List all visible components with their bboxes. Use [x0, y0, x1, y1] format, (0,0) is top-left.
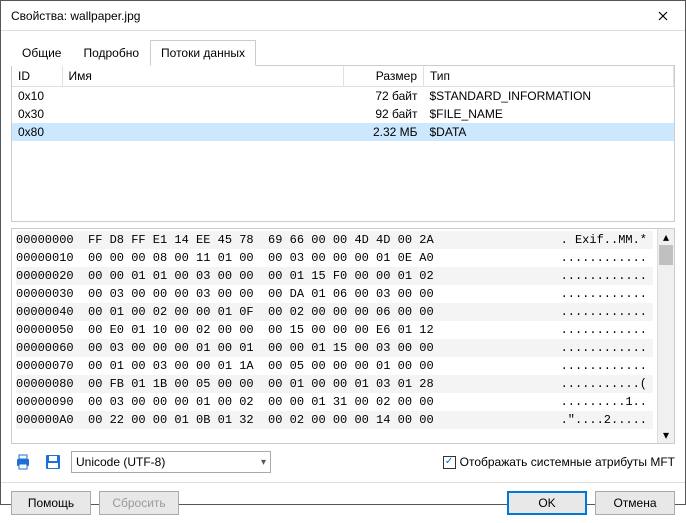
- hex-row[interactable]: 0000008000 FB 01 1B 00 05 00 00 00 01 00…: [16, 375, 653, 393]
- hex-row[interactable]: 0000009000 03 00 00 00 01 00 02 00 00 01…: [16, 393, 653, 411]
- close-icon: [658, 11, 668, 21]
- encoding-value: Unicode (UTF-8): [76, 455, 165, 469]
- tab-general[interactable]: Общие: [11, 40, 72, 66]
- help-button[interactable]: Помощь: [11, 491, 91, 515]
- tab-streams[interactable]: Потоки данных: [150, 40, 256, 66]
- col-id[interactable]: ID: [12, 66, 62, 87]
- hex-row[interactable]: 000000A000 22 00 00 01 0B 01 32 00 02 00…: [16, 411, 653, 429]
- table-row[interactable]: 0x30 92 байт $FILE_NAME: [12, 105, 674, 123]
- reset-button[interactable]: Сбросить: [99, 491, 179, 515]
- table-row[interactable]: 0x10 72 байт $STANDARD_INFORMATION: [12, 87, 674, 106]
- tab-strip: Общие Подробно Потоки данных: [11, 39, 675, 66]
- print-button[interactable]: [11, 450, 35, 474]
- close-button[interactable]: [640, 1, 685, 30]
- hex-row[interactable]: 0000005000 E0 01 10 00 02 00 00 00 15 00…: [16, 321, 653, 339]
- tab-details[interactable]: Подробно: [72, 40, 150, 66]
- col-type[interactable]: Тип: [424, 66, 674, 87]
- chevron-down-icon: ▾: [261, 457, 266, 468]
- hex-viewer: 00000000FF D8 FF E1 14 EE 45 78 69 66 00…: [11, 228, 675, 444]
- hex-scrollbar[interactable]: ▴ ▾: [657, 229, 674, 443]
- scroll-up-arrow[interactable]: ▴: [658, 229, 674, 245]
- table-row[interactable]: 0x80 2.32 МБ $DATA: [12, 123, 674, 141]
- hex-row[interactable]: 0000006000 03 00 00 00 01 00 01 00 00 01…: [16, 339, 653, 357]
- streams-table: ID Имя Размер Тип 0x10 72 байт $STANDARD…: [12, 66, 674, 221]
- hex-row[interactable]: 0000004000 01 00 02 00 00 01 0F 00 02 00…: [16, 303, 653, 321]
- mft-checkbox[interactable]: ✓: [443, 456, 456, 469]
- hex-row[interactable]: 00000000FF D8 FF E1 14 EE 45 78 69 66 00…: [16, 231, 653, 249]
- save-icon: [44, 453, 62, 471]
- hex-row[interactable]: 0000007000 01 00 03 00 00 01 1A 00 05 00…: [16, 357, 653, 375]
- col-name[interactable]: Имя: [62, 66, 344, 87]
- print-icon: [14, 453, 32, 471]
- mft-checkbox-label: Отображать системные атрибуты MFT: [460, 455, 675, 469]
- cancel-button[interactable]: Отмена: [595, 491, 675, 515]
- scroll-thumb[interactable]: [659, 245, 673, 265]
- ok-button[interactable]: OK: [507, 491, 587, 515]
- encoding-select[interactable]: Unicode (UTF-8) ▾: [71, 451, 271, 473]
- hex-row[interactable]: 0000002000 00 01 01 00 03 00 00 00 01 15…: [16, 267, 653, 285]
- scroll-down-arrow[interactable]: ▾: [658, 427, 674, 443]
- hex-row[interactable]: 0000003000 03 00 00 00 03 00 00 00 DA 01…: [16, 285, 653, 303]
- save-button[interactable]: [41, 450, 65, 474]
- window-title: Свойства: wallpaper.jpg: [11, 9, 640, 23]
- col-size[interactable]: Размер: [344, 66, 424, 87]
- hex-row[interactable]: 0000001000 00 00 08 00 11 01 00 00 03 00…: [16, 249, 653, 267]
